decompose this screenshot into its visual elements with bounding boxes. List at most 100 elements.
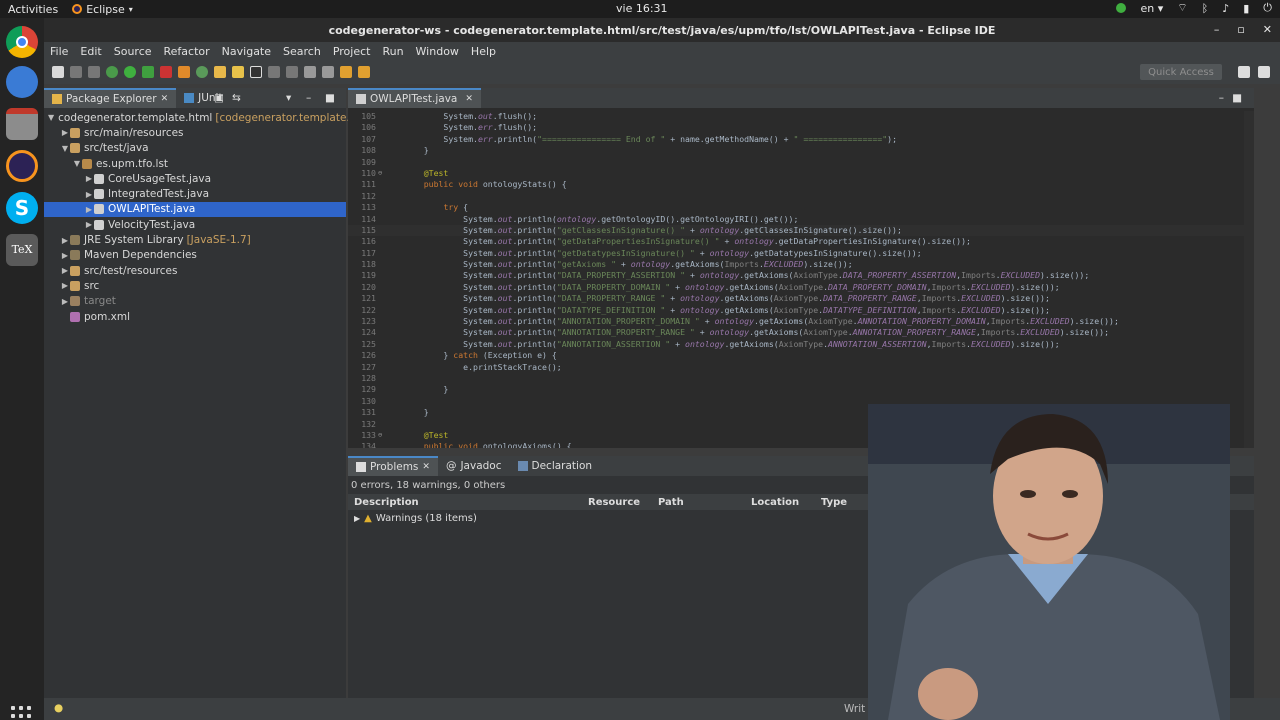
tab-problems[interactable]: Problems ✕	[348, 456, 438, 476]
code-line[interactable]: 117 System.out.println("getDatatypesInSi…	[348, 248, 1254, 259]
volume-icon[interactable]: ♪	[1222, 2, 1229, 15]
menu-file[interactable]: File	[44, 45, 74, 58]
code-line[interactable]: 126 } catch (Exception e) {	[348, 350, 1254, 361]
tree-item-owlapitest[interactable]: ▶ OWLAPITest.java	[44, 201, 346, 218]
code-line[interactable]: 116 System.out.println("getDataPropertie…	[348, 236, 1254, 247]
collapse-all-icon[interactable]: ▣	[214, 92, 224, 104]
col-location[interactable]: Location	[751, 497, 799, 508]
menu-source[interactable]: Source	[108, 45, 158, 58]
battery-icon[interactable]: ▮	[1243, 2, 1249, 15]
tree-item-src-test-resources[interactable]: ▶ src/test/resources	[44, 263, 346, 278]
activities-button[interactable]: Activities	[0, 3, 66, 16]
save-icon[interactable]	[70, 66, 82, 78]
language-indicator[interactable]: en ▾	[1140, 2, 1163, 15]
power-icon[interactable]: ⏻	[1263, 1, 1272, 15]
tree-item-pom[interactable]: pom.xml	[44, 309, 346, 324]
expand-icon[interactable]: ▶	[84, 220, 94, 229]
code-line[interactable]: 106 System.err.flush();	[348, 122, 1254, 133]
close-tab-icon[interactable]: ✕	[161, 94, 169, 104]
code-line[interactable]: 112	[348, 191, 1254, 202]
expand-icon[interactable]: ▶	[60, 266, 70, 275]
expand-icon[interactable]: ▶	[354, 514, 360, 523]
prev-annotation-icon[interactable]	[322, 66, 334, 78]
bluetooth-icon[interactable]: ᛒ	[1202, 2, 1209, 15]
maximize-view-icon[interactable]: ■	[325, 92, 335, 104]
open-perspective-icon[interactable]	[1238, 66, 1250, 78]
tree-item-package[interactable]: ▼ es.upm.tfo.lst	[44, 156, 346, 171]
tab-owlapitest-java[interactable]: OWLAPITest.java ✕	[348, 88, 481, 108]
expand-icon[interactable]: ▶	[60, 297, 70, 306]
close-tab-icon[interactable]: ✕	[422, 462, 430, 472]
open-type-icon[interactable]	[214, 66, 226, 78]
code-line[interactable]: 113 try {	[348, 202, 1254, 213]
app-menu[interactable]: Eclipse ▾	[66, 3, 139, 16]
new-java-project-icon[interactable]	[178, 66, 190, 78]
view-menu-icon[interactable]: ▾	[286, 92, 291, 104]
new-icon[interactable]	[52, 66, 64, 78]
chrome-icon[interactable]	[6, 26, 38, 58]
new-class-icon[interactable]	[196, 66, 208, 78]
external-tools-icon[interactable]	[160, 66, 172, 78]
tree-item-velocitytest[interactable]: ▶ VelocityTest.java	[44, 217, 346, 232]
debug-icon[interactable]	[106, 66, 118, 78]
whitespace-icon[interactable]	[286, 66, 298, 78]
next-annotation-icon[interactable]	[304, 66, 316, 78]
overview-ruler[interactable]	[1244, 111, 1254, 448]
code-line[interactable]: 110 ⊖ @Test	[348, 168, 1254, 179]
quick-access-input[interactable]: Quick Access	[1140, 64, 1222, 80]
code-area[interactable]: 105 System.out.flush(); 106 System.err.fl…	[348, 111, 1254, 448]
forward-icon[interactable]	[358, 66, 370, 78]
skype-icon[interactable]: S	[6, 192, 38, 224]
menu-help[interactable]: Help	[465, 45, 502, 58]
menu-run[interactable]: Run	[376, 45, 409, 58]
java-perspective-icon[interactable]	[1258, 66, 1270, 78]
menu-edit[interactable]: Edit	[74, 45, 107, 58]
menu-refactor[interactable]: Refactor	[158, 45, 216, 58]
tree-item-src-test-java[interactable]: ▼ src/test/java	[44, 141, 346, 156]
tree-item-src-main-resources[interactable]: ▶ src/main/resources	[44, 125, 346, 140]
minimize-editor-icon[interactable]: –	[1219, 92, 1224, 104]
code-line[interactable]: 114 System.out.println(ontology.getOntol…	[348, 214, 1254, 225]
coverage-icon[interactable]	[142, 66, 154, 78]
col-type[interactable]: Type	[821, 497, 847, 508]
fold-icon[interactable]: ⊖	[378, 430, 382, 441]
code-line[interactable]: 123 System.out.println("ANNOTATION_PROPE…	[348, 316, 1254, 327]
tip-icon[interactable]: ●	[54, 702, 63, 714]
expand-icon[interactable]: ▶	[84, 174, 94, 183]
code-line[interactable]: 111 public void ontologyStats() {	[348, 179, 1254, 190]
code-line[interactable]: 115 System.out.println("getClassesInSign…	[348, 224, 1254, 237]
expand-icon[interactable]: ▼	[60, 144, 70, 153]
code-line[interactable]: 121 System.out.println("DATA_PROPERTY_RA…	[348, 293, 1254, 304]
col-path[interactable]: Path	[658, 497, 684, 508]
menu-navigate[interactable]: Navigate	[216, 45, 277, 58]
fold-icon[interactable]: ⊖	[378, 168, 382, 179]
tree-item-integratedtest[interactable]: ▶ IntegratedTest.java	[44, 186, 346, 201]
tab-javadoc[interactable]: @ Javadoc	[438, 456, 510, 476]
search-icon[interactable]	[232, 66, 244, 78]
code-line[interactable]: 128	[348, 373, 1254, 384]
status-icon[interactable]	[1116, 3, 1127, 13]
expand-icon[interactable]: ▶	[60, 236, 70, 245]
eclipse-dock-icon[interactable]	[6, 150, 38, 182]
tab-package-explorer[interactable]: Package Explorer ✕	[44, 88, 177, 108]
show-apps-icon[interactable]	[11, 706, 31, 720]
tree-item-coreusagetest[interactable]: ▶ CoreUsageTest.java	[44, 171, 346, 186]
block-selection-icon[interactable]	[268, 66, 280, 78]
wifi-icon[interactable]: ⌔	[1177, 1, 1187, 15]
expand-icon[interactable]: ▶	[84, 190, 94, 199]
expand-icon[interactable]: ▶	[60, 251, 70, 260]
tree-item-project[interactable]: ▼ codegenerator.template.html [codegener…	[44, 110, 374, 125]
code-line[interactable]: 127 e.printStackTrace();	[348, 362, 1254, 373]
minimize-view-icon[interactable]: –	[306, 92, 311, 104]
expand-icon[interactable]: ▼	[72, 159, 82, 168]
col-description[interactable]: Description	[354, 497, 419, 508]
files-icon[interactable]	[6, 108, 38, 140]
menu-search[interactable]: Search	[277, 45, 327, 58]
code-line[interactable]: 109	[348, 157, 1254, 168]
code-line[interactable]: 119 System.out.println("DATA_PROPERTY_AS…	[348, 270, 1254, 281]
code-line[interactable]: 129 }	[348, 384, 1254, 395]
clock[interactable]: vie 16:31	[616, 2, 668, 15]
code-line[interactable]: 118 System.out.println("getAxioms " + on…	[348, 259, 1254, 270]
run-icon[interactable]	[124, 66, 136, 78]
link-editor-icon[interactable]: ⇆	[232, 92, 241, 104]
